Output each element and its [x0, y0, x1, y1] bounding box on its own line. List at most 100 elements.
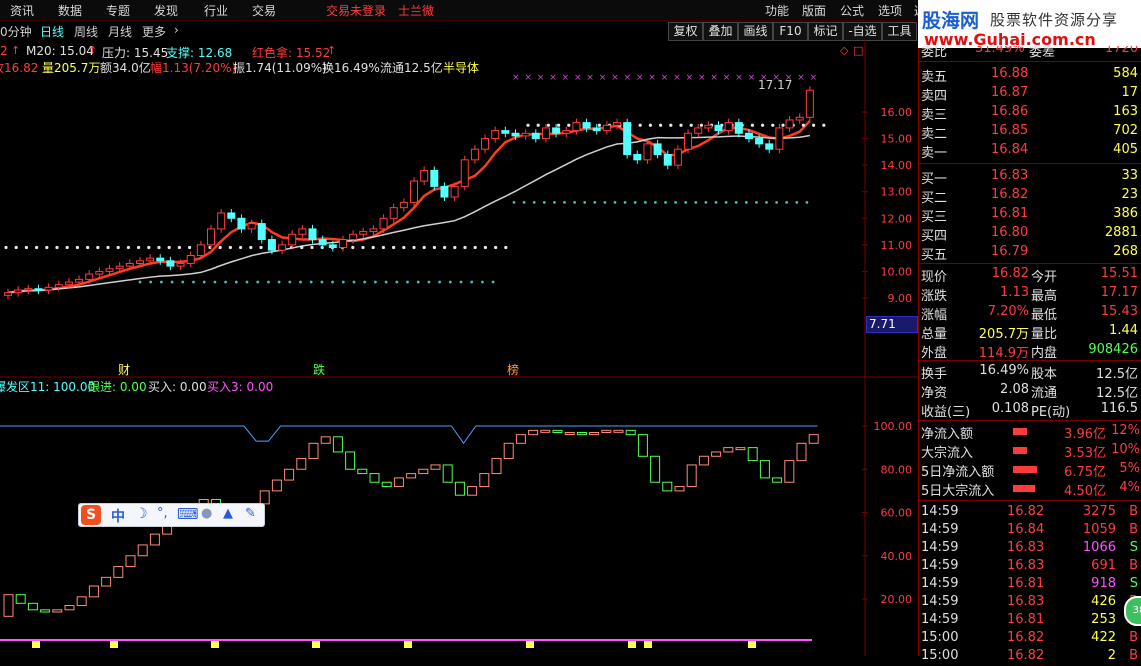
ask-price[interactable]: 16.85: [991, 123, 1028, 138]
ime-chinese-toggle[interactable]: 中: [111, 506, 125, 526]
pressure-dot: [557, 123, 561, 127]
ask-price[interactable]: 16.88: [991, 66, 1028, 81]
indicator-bar: [259, 490, 270, 505]
menu-item-industry[interactable]: 行业: [204, 2, 228, 19]
candle-body: [491, 130, 500, 140]
f10-button[interactable]: F10: [773, 22, 808, 41]
indicator-bar: [613, 429, 624, 433]
bid-price[interactable]: 16.81: [991, 206, 1028, 221]
indicator-bar: [454, 481, 465, 496]
stat-label: 涨跌: [921, 289, 948, 304]
candle-body: [217, 212, 226, 230]
stat-value: 16.82: [991, 266, 1029, 281]
ime-toolbar[interactable]: S 中 ☽ °, ⌨ ● ▲ ✎: [78, 503, 265, 527]
indicator-bar: [576, 431, 587, 436]
ask-price[interactable]: 16.87: [991, 85, 1028, 100]
candle-body: [450, 185, 459, 198]
support-dot: [381, 245, 385, 250]
indicator-bar: [601, 429, 612, 433]
ime-logo-icon[interactable]: S: [81, 505, 101, 525]
menu-item-news[interactable]: 资讯: [10, 2, 34, 19]
tools-button[interactable]: 工具: [882, 22, 917, 41]
ask-label: 卖一: [921, 146, 948, 161]
period-monthly[interactable]: 月线: [108, 23, 132, 40]
indicator-bar: [686, 464, 697, 488]
period-more[interactable]: 更多: [142, 23, 166, 40]
price-axis-label: 12.00: [881, 212, 913, 225]
ask-price[interactable]: 16.86: [991, 104, 1028, 119]
menu-item-formula[interactable]: 公式: [840, 2, 864, 19]
flow-value: 6.75亿: [1064, 465, 1106, 480]
support-dot: [422, 245, 426, 250]
band-dot: [542, 200, 546, 204]
indicator-bar: [650, 455, 661, 483]
bid-price[interactable]: 16.80: [991, 225, 1028, 240]
overlay-button[interactable]: 叠加: [703, 22, 738, 41]
band-dot: [267, 280, 270, 284]
period-daily[interactable]: 日线: [40, 23, 64, 40]
draw-line-button[interactable]: 画线: [738, 22, 773, 41]
indicator-bar: [369, 473, 380, 483]
skin-icon[interactable]: ▲: [223, 506, 233, 521]
band-dot: [363, 280, 367, 284]
bid-price[interactable]: 16.79: [991, 244, 1028, 259]
event-marker-rank[interactable]: 榜: [507, 361, 519, 378]
candle-body: [196, 244, 205, 256]
cross-mark: ×: [698, 73, 706, 83]
menu-item-trade[interactable]: 交易: [252, 2, 276, 19]
candle-body: [531, 132, 540, 140]
period-minutes[interactable]: 0分钟: [0, 23, 32, 40]
moon-icon[interactable]: ☽: [135, 506, 148, 522]
candle-body: [511, 132, 520, 137]
user-icon[interactable]: ●: [201, 506, 212, 521]
bid-price[interactable]: 16.82: [991, 187, 1028, 202]
login-alert[interactable]: 交易未登录: [326, 2, 386, 19]
stat-value: 16.49%: [979, 363, 1029, 378]
chevron-right-icon[interactable]: ›: [174, 23, 179, 37]
tick-side: B: [1129, 558, 1138, 573]
band-dot: [623, 200, 627, 204]
pressure-dot: [567, 123, 571, 127]
notification-badge[interactable]: 38: [1124, 596, 1141, 626]
candle-body: [389, 207, 398, 219]
support-dot: [167, 245, 171, 250]
band-dot: [613, 200, 617, 204]
band-dot: [213, 280, 217, 284]
buy-signal: [526, 641, 534, 648]
candle-body: [227, 212, 236, 219]
band-dot: [563, 200, 566, 204]
period-weekly[interactable]: 周线: [74, 23, 98, 40]
keyboard-icon[interactable]: ⌨: [177, 505, 199, 523]
tick-price: 16.84: [1007, 522, 1045, 537]
candle-body: [95, 270, 104, 275]
menu-item-topics[interactable]: 专题: [106, 2, 130, 19]
support-dot: [483, 245, 487, 250]
kline-chart[interactable]: 16.00 15.00 14.00 13.00 12.00 11.00 10.00 9.00 1…: [0, 40, 918, 656]
indicator-bar: [27, 602, 38, 611]
event-marker-drop[interactable]: 跌: [313, 361, 325, 378]
menu-item-options[interactable]: 选项: [878, 2, 902, 19]
wrench-icon[interactable]: ✎: [245, 506, 256, 521]
restore-rights-button[interactable]: 复权: [668, 22, 703, 41]
band-dot: [805, 200, 809, 204]
support-dot: [392, 245, 396, 250]
pressure-dot: [526, 123, 530, 127]
candle-body: [308, 228, 317, 241]
event-marker-finance[interactable]: 财: [118, 361, 130, 378]
punctuation-icon[interactable]: °,: [157, 506, 168, 521]
tick-volume: 253: [1091, 612, 1116, 627]
menu-item-discover[interactable]: 发现: [154, 2, 178, 19]
menu-item-data[interactable]: 数据: [58, 2, 82, 19]
band-dot: [341, 280, 345, 284]
ask-price[interactable]: 16.84: [991, 142, 1028, 157]
candle-body: [135, 260, 144, 264]
add-watchlist-button[interactable]: -自选: [843, 22, 882, 41]
pressure-dot: [669, 123, 673, 127]
menu-item-function[interactable]: 功能: [765, 2, 789, 19]
support-dot: [473, 245, 477, 250]
mark-button[interactable]: 标记: [808, 22, 843, 41]
cross-mark: ×: [586, 73, 594, 83]
bid-price[interactable]: 16.83: [991, 168, 1028, 183]
menu-item-layout[interactable]: 版面: [802, 2, 826, 19]
band-dot: [352, 280, 356, 284]
